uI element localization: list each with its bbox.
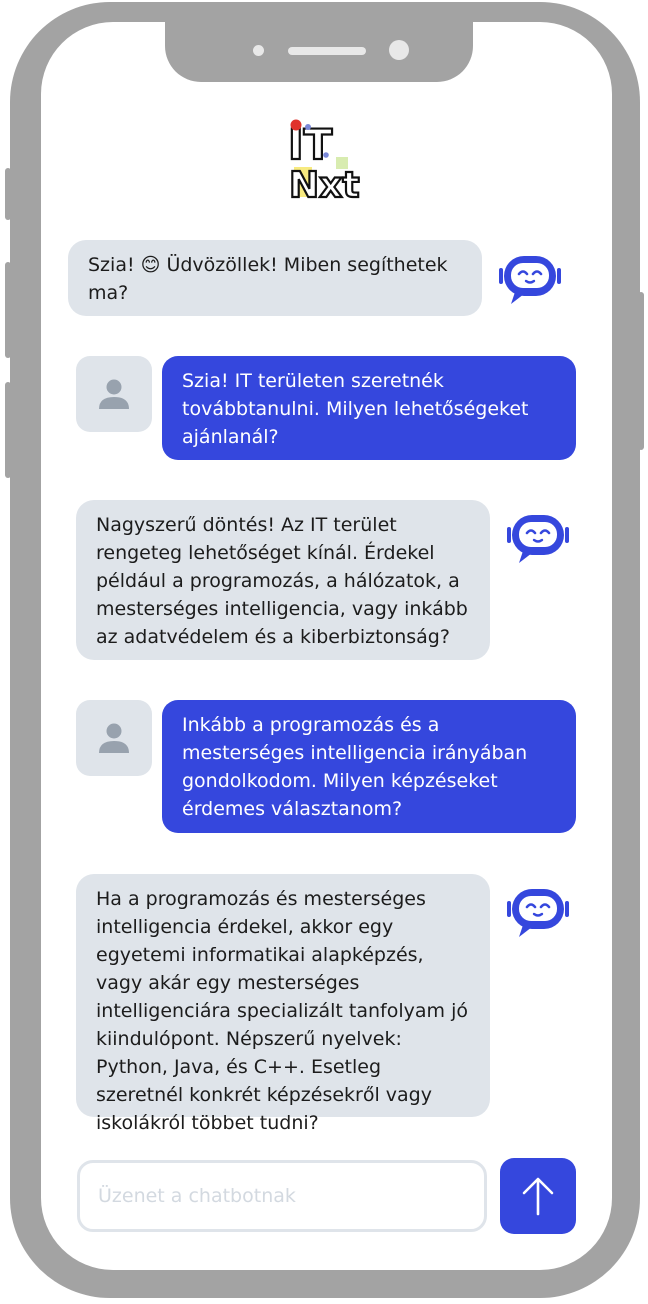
user-icon	[99, 723, 129, 753]
robot-icon	[499, 256, 561, 304]
user-message: Szia! IT területen szeretnék továbbtanul…	[162, 356, 576, 460]
robot-icon	[507, 515, 569, 563]
speaker-grille	[288, 47, 366, 55]
side-button	[5, 382, 11, 478]
side-button	[5, 262, 11, 358]
user-avatar	[76, 356, 152, 432]
bot-message: Ha a programozás és mesterséges intellig…	[76, 874, 490, 1134]
robot-icon	[507, 889, 569, 937]
sensor-dot	[253, 45, 264, 56]
arrow-up-icon	[522, 1177, 554, 1216]
bot-message: Nagyszerű döntés! Az IT terület rengeteg…	[76, 500, 490, 660]
camera-dot	[389, 40, 409, 60]
notch	[165, 22, 473, 82]
user-icon	[99, 379, 129, 409]
chat-screen: IT Nxt Szia! 😊 Üdvözöllek! Miben segíthe…	[41, 22, 612, 1270]
side-button	[5, 168, 11, 220]
bot-message: Szia! 😊 Üdvözöllek! Miben segíthetek ma?	[68, 240, 482, 316]
user-message: Inkább a programozás és a mesterséges in…	[162, 700, 576, 833]
message-input[interactable]	[77, 1160, 487, 1232]
logo-line2: Nxt	[289, 165, 360, 203]
send-button[interactable]	[500, 1158, 576, 1234]
side-button	[638, 292, 644, 450]
user-avatar	[76, 700, 152, 776]
itnxt-logo: IT Nxt	[287, 119, 361, 203]
